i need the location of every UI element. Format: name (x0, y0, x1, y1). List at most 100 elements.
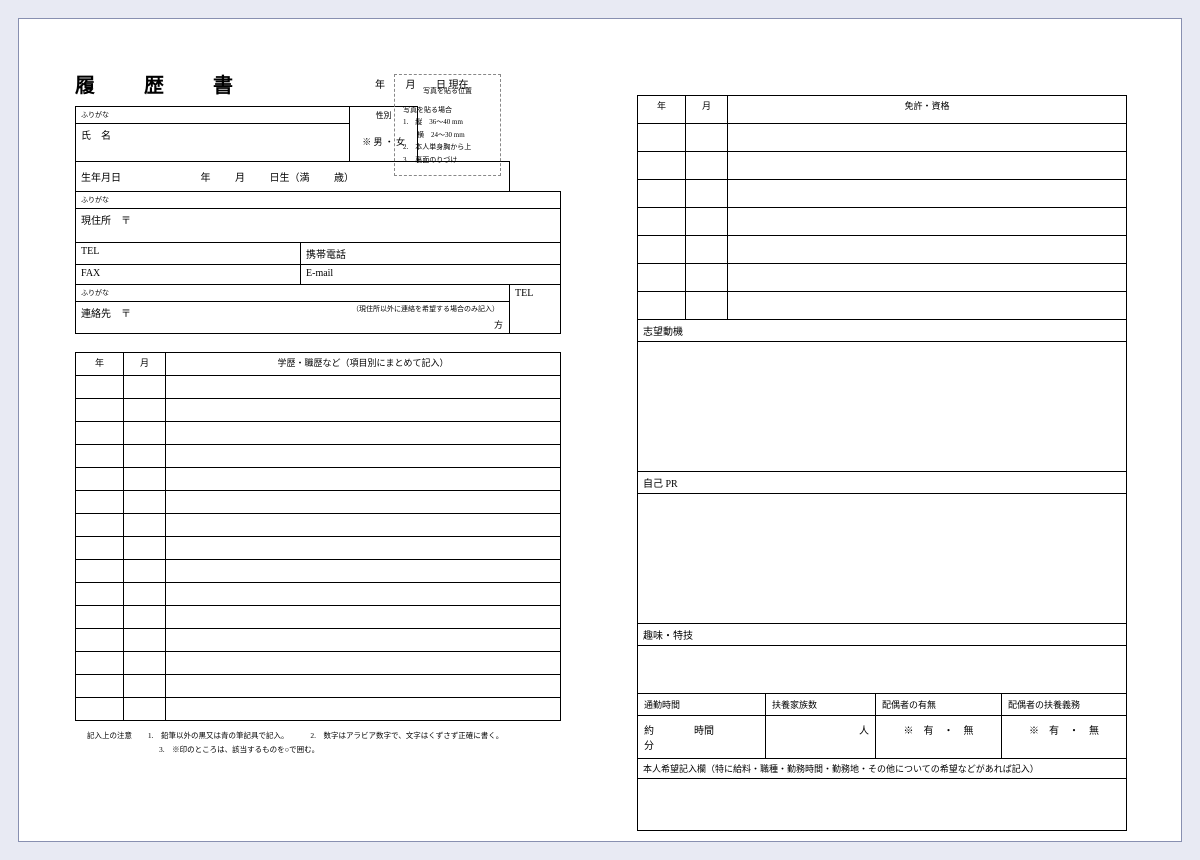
contact-row[interactable]: 連絡先 〒 （現住所以外に連絡を希望する場合のみ記入） 方 (76, 302, 510, 334)
hist-head-month: 月 (124, 353, 166, 376)
table-cell[interactable] (76, 560, 124, 583)
table-cell[interactable] (728, 152, 1127, 180)
table-cell[interactable] (728, 292, 1127, 320)
table-cell[interactable] (166, 422, 561, 445)
table-cell[interactable] (166, 491, 561, 514)
table-cell[interactable] (166, 514, 561, 537)
table-cell[interactable] (76, 445, 124, 468)
table-cell[interactable] (76, 376, 124, 399)
table-cell[interactable] (638, 152, 686, 180)
info-table: 生年月日 年 月 日生（満 歳） ふりがな 現住所 〒 TEL 携帯電話 FAX… (75, 161, 561, 334)
table-cell[interactable] (638, 180, 686, 208)
name-label[interactable]: 氏 名 (76, 124, 350, 162)
pr-field[interactable] (638, 494, 1127, 624)
table-cell[interactable] (686, 152, 728, 180)
page-right: 年 月 免許・資格 志望動機 自己 PR 趣味・特技 通勤時間 扶養家族数 配偶… (619, 19, 1183, 841)
table-cell[interactable] (124, 583, 166, 606)
email-label[interactable]: E-mail (301, 265, 561, 285)
table-cell[interactable] (124, 629, 166, 652)
spouse-duty-value[interactable]: ※ 有 ・ 無 (1002, 716, 1127, 759)
table-cell[interactable] (166, 675, 561, 698)
dependents-value[interactable]: 人 (766, 716, 876, 759)
lic-head-year: 年 (638, 96, 686, 124)
table-cell[interactable] (76, 698, 124, 721)
table-cell[interactable] (638, 236, 686, 264)
table-cell[interactable] (124, 560, 166, 583)
table-cell[interactable] (124, 606, 166, 629)
footnote: 記入上の注意 1. 鉛筆以外の黒又は青の筆記具で記入。 2. 数字はアラビア数字… (75, 729, 561, 756)
history-table: 年 月 学歴・職歴など（項目別にまとめて記入） (75, 352, 561, 721)
table-cell[interactable] (728, 208, 1127, 236)
hobby-field[interactable] (638, 646, 1127, 694)
table-cell[interactable] (76, 675, 124, 698)
commute-table: 通勤時間 扶養家族数 配偶者の有無 配偶者の扶養義務 約 時間 分 人 ※ 有 … (637, 693, 1127, 759)
table-cell[interactable] (166, 629, 561, 652)
table-cell[interactable] (686, 264, 728, 292)
tel-label[interactable]: TEL (76, 243, 301, 265)
photo-placeholder: 写真を貼る位置 写真を貼る場合 1. 縦 36～40 mm 横 24～30 mm… (394, 74, 501, 176)
furigana-contact: ふりがな (76, 285, 510, 302)
table-cell[interactable] (124, 376, 166, 399)
table-cell[interactable] (76, 514, 124, 537)
table-cell[interactable] (76, 537, 124, 560)
table-cell[interactable] (166, 652, 561, 675)
table-cell[interactable] (728, 124, 1127, 152)
document-frame: 履 歴 書 年 月 日 現在 写真を貼る位置 写真を貼る場合 1. 縦 36～4… (18, 18, 1182, 842)
table-cell[interactable] (166, 399, 561, 422)
hist-head-year: 年 (76, 353, 124, 376)
sections-table: 志望動機 自己 PR 趣味・特技 (637, 319, 1127, 694)
spouse-value[interactable]: ※ 有 ・ 無 (876, 716, 1002, 759)
motive-field[interactable] (638, 342, 1127, 472)
mobile-label[interactable]: 携帯電話 (301, 243, 561, 265)
table-cell[interactable] (166, 468, 561, 491)
table-cell[interactable] (728, 180, 1127, 208)
table-cell[interactable] (124, 514, 166, 537)
table-cell[interactable] (166, 560, 561, 583)
table-cell[interactable] (76, 583, 124, 606)
contact-tel[interactable]: TEL (510, 285, 561, 334)
table-cell[interactable] (76, 422, 124, 445)
table-cell[interactable] (686, 208, 728, 236)
table-cell[interactable] (166, 583, 561, 606)
table-cell[interactable] (686, 292, 728, 320)
table-cell[interactable] (124, 537, 166, 560)
table-cell[interactable] (76, 399, 124, 422)
table-cell[interactable] (124, 652, 166, 675)
license-table: 年 月 免許・資格 (637, 95, 1127, 320)
table-cell[interactable] (124, 468, 166, 491)
document-title: 履 歴 書 (75, 69, 255, 98)
table-cell[interactable] (76, 652, 124, 675)
table-cell[interactable] (686, 180, 728, 208)
fax-label[interactable]: FAX (76, 265, 301, 285)
table-cell[interactable] (76, 468, 124, 491)
pr-label: 自己 PR (638, 472, 1127, 494)
table-cell[interactable] (686, 236, 728, 264)
table-cell[interactable] (76, 606, 124, 629)
table-cell[interactable] (166, 606, 561, 629)
furigana-address: ふりがな (76, 192, 561, 209)
table-cell[interactable] (76, 629, 124, 652)
address-label[interactable]: 現住所 〒 (76, 209, 561, 243)
table-cell[interactable] (166, 698, 561, 721)
table-cell[interactable] (76, 491, 124, 514)
table-cell[interactable] (166, 537, 561, 560)
table-cell[interactable] (124, 445, 166, 468)
spouse-duty-label: 配偶者の扶養義務 (1002, 694, 1127, 716)
table-cell[interactable] (124, 422, 166, 445)
commute-value[interactable]: 約 時間 分 (638, 716, 766, 759)
wish-field[interactable] (638, 779, 1127, 831)
table-cell[interactable] (728, 236, 1127, 264)
table-cell[interactable] (686, 124, 728, 152)
table-cell[interactable] (124, 399, 166, 422)
table-cell[interactable] (638, 292, 686, 320)
table-cell[interactable] (166, 376, 561, 399)
table-cell[interactable] (638, 208, 686, 236)
table-cell[interactable] (638, 264, 686, 292)
table-cell[interactable] (728, 264, 1127, 292)
table-cell[interactable] (124, 675, 166, 698)
table-cell[interactable] (638, 124, 686, 152)
table-cell[interactable] (124, 698, 166, 721)
table-cell[interactable] (166, 445, 561, 468)
table-cell[interactable] (124, 491, 166, 514)
wish-table: 本人希望記入欄（特に給料・職種・勤務時間・勤務地・その他についての希望などがあれ… (637, 758, 1127, 831)
